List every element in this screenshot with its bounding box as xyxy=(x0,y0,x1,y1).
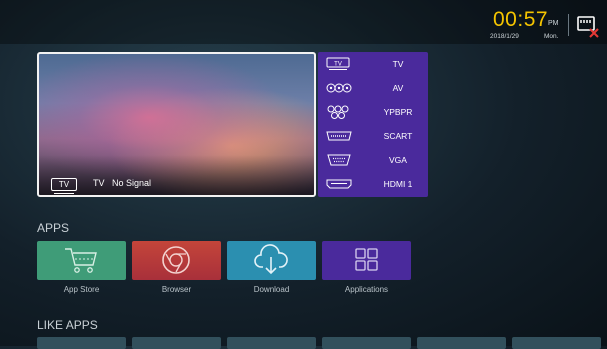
source-item-av[interactable]: AV xyxy=(318,76,428,100)
svg-text:TV: TV xyxy=(334,62,342,68)
preview-shade xyxy=(39,155,314,195)
app-tile-app-store[interactable] xyxy=(37,241,126,280)
source-label: TV xyxy=(392,59,404,69)
app-tile-browser[interactable] xyxy=(132,241,221,280)
source-label: HDMI 1 xyxy=(383,179,413,189)
app-label: Download xyxy=(253,285,290,294)
vga-icon xyxy=(327,154,351,166)
like-app-tile[interactable] xyxy=(227,337,316,349)
apps-section-title: APPS xyxy=(37,221,70,235)
tv-source-badge: TV xyxy=(51,178,77,191)
clock-day: Mon. xyxy=(544,33,559,40)
source-label: VGA xyxy=(389,155,407,165)
grid-icon xyxy=(355,248,378,271)
preview-signal-status: No Signal xyxy=(112,178,152,188)
cart-icon xyxy=(65,248,97,273)
browser-icon xyxy=(162,246,190,274)
cloud-download-icon xyxy=(254,244,288,275)
hdmi-icon xyxy=(326,179,352,189)
app-label: App Store xyxy=(63,285,100,294)
clock-time: 00:57 xyxy=(493,8,549,31)
like-apps-section-title: LIKE APPS xyxy=(37,318,98,332)
like-app-tile[interactable] xyxy=(37,337,126,349)
tv-preview-window[interactable]: TV TV No Signal xyxy=(37,52,316,197)
tv-badge-underline xyxy=(54,193,74,194)
clock-ampm: PM xyxy=(548,20,559,27)
source-label: AV xyxy=(392,83,404,93)
preview-status: TV No Signal xyxy=(93,178,151,188)
source-item-tv[interactable]: TV TV xyxy=(318,52,428,76)
scart-icon xyxy=(326,131,352,141)
ypbpr-icon xyxy=(327,105,349,119)
like-app-tile[interactable] xyxy=(512,337,601,349)
source-item-hdmi[interactable]: HDMI 1 xyxy=(318,172,428,196)
clock: 00:57 PM 2018/1/29 Mon. xyxy=(488,8,566,40)
av-icon xyxy=(326,83,352,93)
tv-icon: TV xyxy=(326,57,350,70)
app-label: Browser xyxy=(161,285,192,294)
app-tile-applications[interactable] xyxy=(322,241,411,280)
status-divider xyxy=(568,14,569,36)
source-item-scart[interactable]: SCART xyxy=(318,124,428,148)
app-tile-download[interactable] xyxy=(227,241,316,280)
clock-date: 2018/1/29 xyxy=(490,33,519,40)
usb-disconnected-icon xyxy=(576,14,600,38)
preview-source-name: TV xyxy=(93,178,105,188)
source-item-ypbpr[interactable]: YPBPR xyxy=(318,100,428,124)
source-item-vga[interactable]: VGA xyxy=(318,148,428,172)
like-app-tile[interactable] xyxy=(322,337,411,349)
input-source-list: TV TV AV YPBPR SCART VGA HDMI 1 xyxy=(318,52,428,197)
app-label: Applications xyxy=(344,285,389,294)
like-app-tile[interactable] xyxy=(417,337,506,349)
source-label: SCART xyxy=(383,131,413,141)
source-label: YPBPR xyxy=(383,107,413,117)
like-app-tile[interactable] xyxy=(132,337,221,349)
